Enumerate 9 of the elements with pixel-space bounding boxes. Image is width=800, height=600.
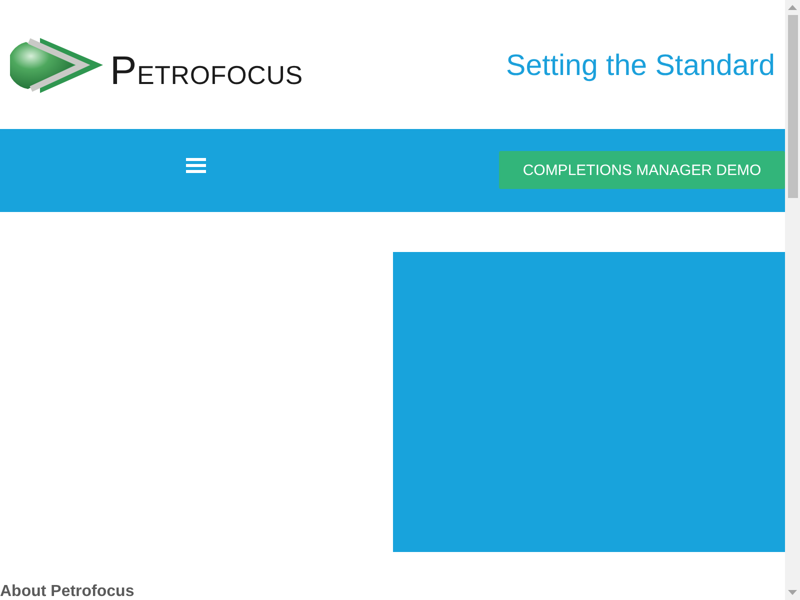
scrollbar-thumb[interactable] xyxy=(788,15,798,198)
logo-icon xyxy=(10,37,103,94)
section-heading: About Petrofocus xyxy=(0,583,134,600)
scroll-down-icon[interactable] xyxy=(788,590,797,595)
menu-icon[interactable] xyxy=(186,158,206,173)
logo-text: PETROFOCUS xyxy=(110,50,303,90)
scroll-up-icon[interactable] xyxy=(788,5,797,10)
tagline: Setting the Standard xyxy=(506,50,775,80)
demo-button[interactable]: COMPLETIONS MANAGER DEMO xyxy=(499,151,785,189)
